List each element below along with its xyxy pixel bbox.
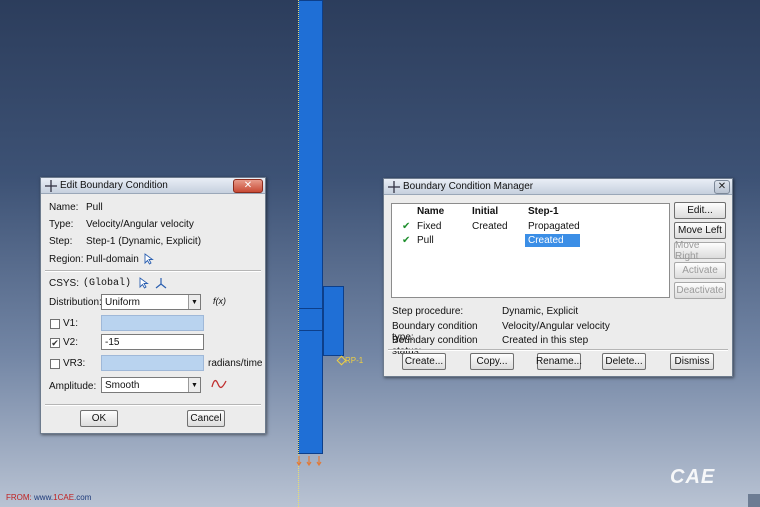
vr3-checkbox[interactable]	[50, 359, 60, 369]
edit-button[interactable]: Edit...	[674, 202, 726, 219]
edit-dialog-titlebar[interactable]: Edit Boundary Condition ✕	[41, 178, 265, 194]
amplitude-label: Amplitude:	[49, 381, 97, 392]
copy-button[interactable]: Copy...	[470, 353, 514, 370]
close-icon[interactable]: ✕	[233, 178, 263, 193]
active-check-icon: ✔	[402, 235, 411, 246]
step-value: Step-1 (Dynamic, Explicit)	[86, 236, 202, 247]
viewport-corner	[748, 494, 760, 507]
distribution-select[interactable]: Uniform ▼	[101, 294, 201, 310]
name-value: Pull	[86, 202, 103, 213]
delete-button[interactable]: Delete...	[602, 353, 646, 370]
deactivate-button[interactable]: Deactivate	[674, 282, 726, 299]
step-row: Step: Step-1 (Dynamic, Explicit)	[49, 236, 201, 247]
activate-button[interactable]: Activate	[674, 262, 726, 279]
select-csys-arrow-icon[interactable]	[139, 277, 149, 289]
column-header-initial[interactable]: Initial	[472, 206, 498, 217]
column-header-step1[interactable]: Step-1	[528, 206, 559, 217]
v2-field[interactable]: -15	[101, 334, 204, 350]
v1-field[interactable]	[101, 315, 204, 331]
beam-lower	[298, 330, 323, 454]
watermark-logo: CAE	[670, 466, 716, 488]
step-label: Step:	[49, 236, 73, 247]
create-csys-axes-icon[interactable]	[155, 277, 167, 289]
select-region-arrow-icon[interactable]	[144, 253, 154, 265]
watermark-url: FROM: www.1CAE.com	[6, 493, 91, 502]
close-icon[interactable]: ✕	[714, 179, 730, 194]
chevron-down-icon: ▼	[188, 378, 200, 392]
create-amplitude-icon[interactable]	[211, 378, 227, 390]
fx-icon[interactable]: f(x)	[213, 296, 226, 306]
edit-boundary-condition-dialog: Edit Boundary Condition ✕ Name: Pull Typ…	[40, 177, 266, 434]
row-step1-selected[interactable]: Created	[525, 234, 580, 247]
region-label: Region:	[49, 253, 84, 265]
v1-checkbox[interactable]	[50, 319, 60, 329]
region-row: Region: Pull-domain	[49, 253, 154, 265]
beam-mid-segment	[298, 308, 323, 331]
divider	[45, 270, 261, 272]
chevron-down-icon: ▼	[188, 295, 200, 309]
region-value: Pull-domain	[86, 253, 139, 265]
watermark-url-prefix: www.	[34, 493, 54, 502]
ok-button[interactable]: OK	[80, 410, 118, 427]
edit-dialog-title: Edit Boundary Condition	[60, 180, 168, 191]
cancel-button[interactable]: Cancel	[187, 410, 225, 427]
v2-checkbox[interactable]: ✔	[50, 338, 60, 348]
vr3-field[interactable]	[101, 355, 204, 371]
manager-dialog-titlebar[interactable]: Boundary Condition Manager ✕	[384, 179, 732, 195]
row-initial[interactable]: Created	[472, 220, 508, 233]
type-value: Velocity/Angular velocity	[86, 219, 194, 230]
distribution-label: Distribution:	[49, 297, 102, 308]
move-right-button[interactable]: Move Right	[674, 240, 726, 262]
v1-label: V1:	[63, 318, 79, 329]
pull-tab	[323, 286, 344, 356]
type-row: Type: Velocity/Angular velocity	[49, 219, 194, 230]
manager-dialog-title: Boundary Condition Manager	[403, 181, 534, 192]
watermark-url-brand: 1CAE	[53, 493, 75, 502]
row-step1[interactable]: Propagated	[528, 220, 580, 233]
csys-row: CSYS: (Global)	[49, 277, 167, 289]
amplitude-select[interactable]: Smooth ▼	[101, 377, 201, 393]
symmetry-axis-line	[298, 0, 299, 507]
row-name: Pull	[417, 235, 434, 246]
step-procedure-value: Dynamic, Explicit	[502, 306, 579, 317]
divider	[388, 349, 728, 351]
boundary-condition-arrows-icon	[296, 456, 322, 467]
v2-label: V2:	[63, 337, 79, 348]
divider	[45, 404, 261, 406]
vr3-unit: radians/time	[208, 358, 263, 369]
beam-upper	[298, 0, 323, 310]
csys-value: (Global)	[83, 277, 132, 289]
name-label: Name:	[49, 202, 79, 213]
boundary-condition-manager-dialog: Boundary Condition Manager ✕ Name Initia…	[383, 178, 733, 377]
amplitude-value: Smooth	[105, 379, 140, 391]
type-label: Type:	[49, 219, 74, 230]
active-check-icon: ✔	[402, 221, 411, 232]
vr3-label: VR3:	[63, 358, 86, 369]
app-icon	[388, 180, 400, 193]
distribution-value: Uniform	[105, 296, 141, 308]
boundary-condition-table[interactable]: Name Initial Step-1 ✔ Fixed Created Prop…	[391, 203, 670, 298]
watermark-url-suffix: .com	[74, 493, 92, 502]
move-left-button[interactable]: Move Left	[674, 222, 726, 239]
create-button[interactable]: Create...	[402, 353, 446, 370]
watermark-from: FROM:	[6, 493, 32, 502]
reference-point-label: RP-1	[345, 356, 364, 365]
app-icon	[45, 179, 57, 192]
rename-button[interactable]: Rename...	[536, 353, 582, 370]
csys-label: CSYS:	[49, 277, 80, 289]
step-procedure-label: Step procedure:	[392, 306, 464, 317]
name-row: Name: Pull	[49, 202, 103, 213]
row-name: Fixed	[417, 221, 442, 232]
step-procedure-row: Step procedure: Dynamic, Explicit	[392, 306, 578, 317]
column-header-name[interactable]: Name	[417, 206, 444, 217]
dismiss-button[interactable]: Dismiss	[670, 353, 714, 370]
